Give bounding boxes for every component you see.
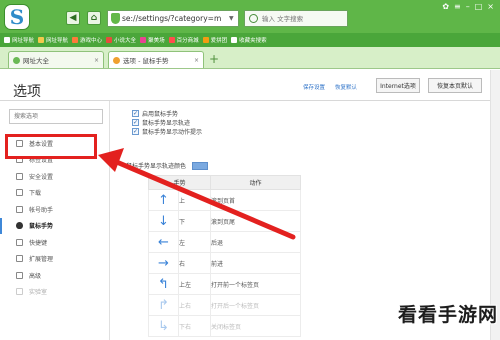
annotation-arrow <box>98 148 296 240</box>
annotation-arrow-shaft <box>109 157 296 240</box>
annotation-arrow-head <box>98 148 124 172</box>
watermark-text: 看看手游网 <box>398 304 499 326</box>
